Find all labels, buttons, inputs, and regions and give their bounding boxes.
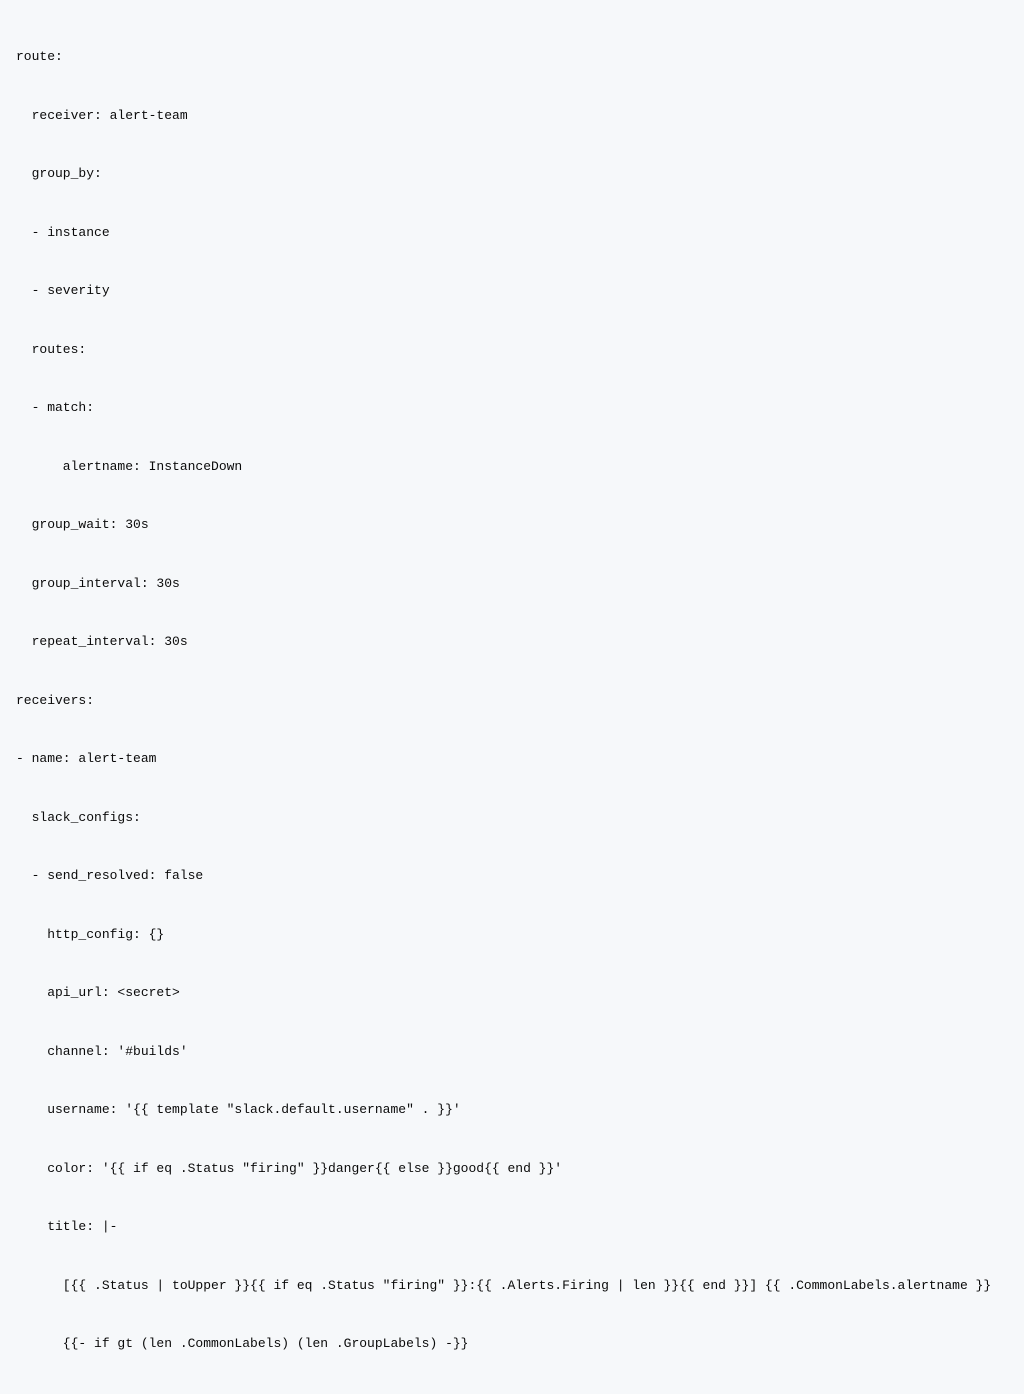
code-line: - match: (16, 398, 1008, 418)
code-line: [{{ .Status | toUpper }}{{ if eq .Status… (16, 1276, 1008, 1296)
code-line: - send_resolved: false (16, 866, 1008, 886)
code-line: receiver: alert-team (16, 106, 1008, 126)
code-line: api_url: <secret> (16, 983, 1008, 1003)
code-line: group_interval: 30s (16, 574, 1008, 594)
code-line: username: '{{ template "slack.default.us… (16, 1100, 1008, 1120)
code-line: - name: alert-team (16, 749, 1008, 769)
code-line: color: '{{ if eq .Status "firing" }}dang… (16, 1159, 1008, 1179)
code-line: slack_configs: (16, 808, 1008, 828)
code-line: receivers: (16, 691, 1008, 711)
code-line: {{" "}}( (16, 1393, 1008, 1394)
code-line: group_wait: 30s (16, 515, 1008, 535)
code-line: routes: (16, 340, 1008, 360)
code-line: - severity (16, 281, 1008, 301)
code-line: channel: '#builds' (16, 1042, 1008, 1062)
code-line: group_by: (16, 164, 1008, 184)
code-line: repeat_interval: 30s (16, 632, 1008, 652)
code-line: - instance (16, 223, 1008, 243)
code-line: alertname: InstanceDown (16, 457, 1008, 477)
code-line: http_config: {} (16, 925, 1008, 945)
code-line: {{- if gt (len .CommonLabels) (len .Grou… (16, 1334, 1008, 1354)
code-line: route: (16, 47, 1008, 67)
code-line: title: |- (16, 1217, 1008, 1237)
yaml-code-block: route: receiver: alert-team group_by: - … (0, 8, 1024, 1394)
